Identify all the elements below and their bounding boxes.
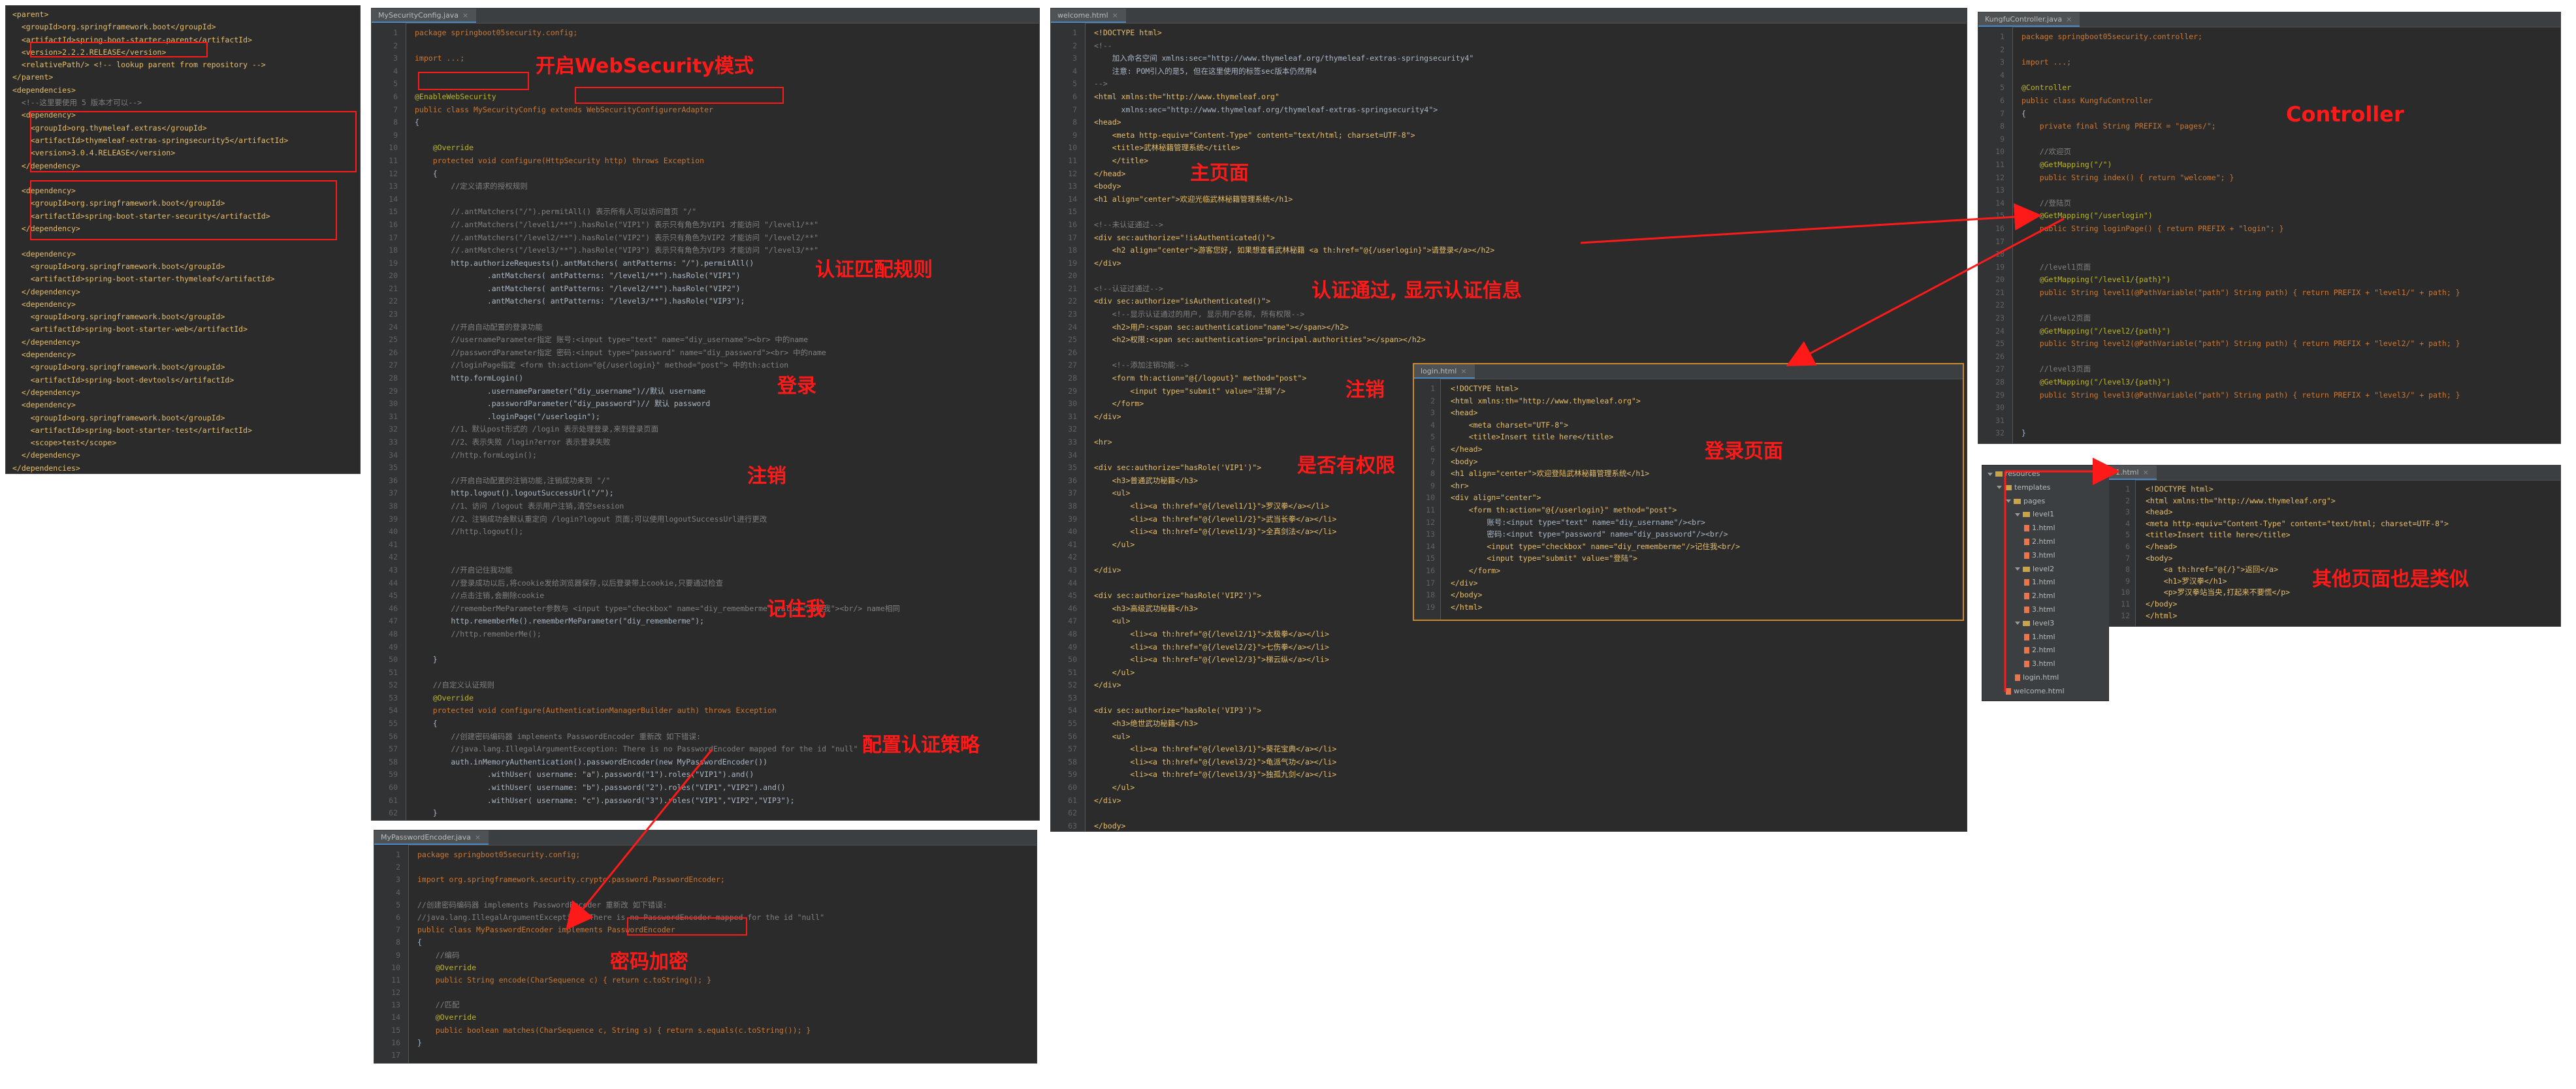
- arrow-login-link-to-controller: [1580, 203, 2042, 244]
- arrow-auth-to-encoder: [566, 749, 713, 930]
- annotation-arrows: [566, 203, 2120, 930]
- arrow-controller-to-login-page: [1786, 217, 2065, 366]
